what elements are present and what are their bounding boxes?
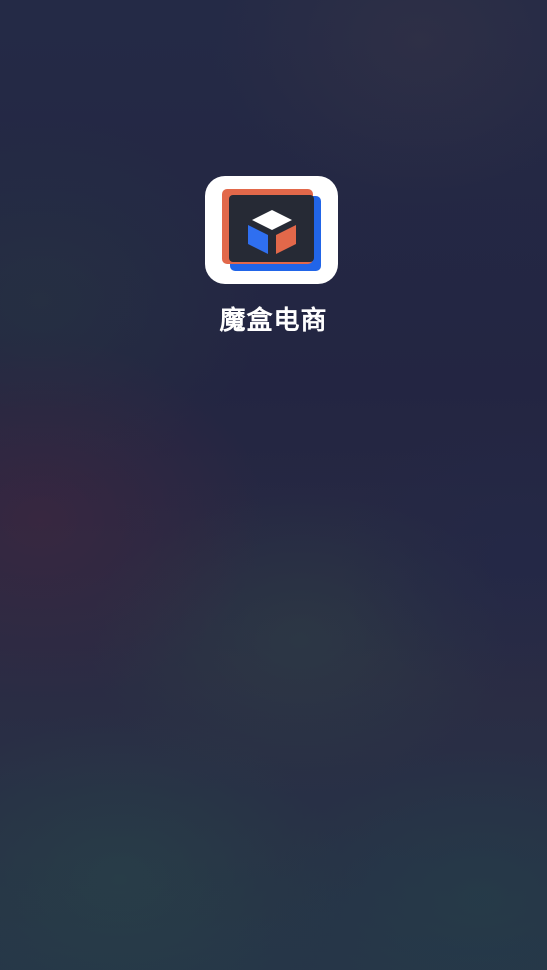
app-name: 魔盒电商 — [219, 306, 328, 336]
app-logo — [205, 176, 338, 284]
cube-box-icon — [248, 210, 296, 254]
splash-background — [0, 0, 547, 970]
